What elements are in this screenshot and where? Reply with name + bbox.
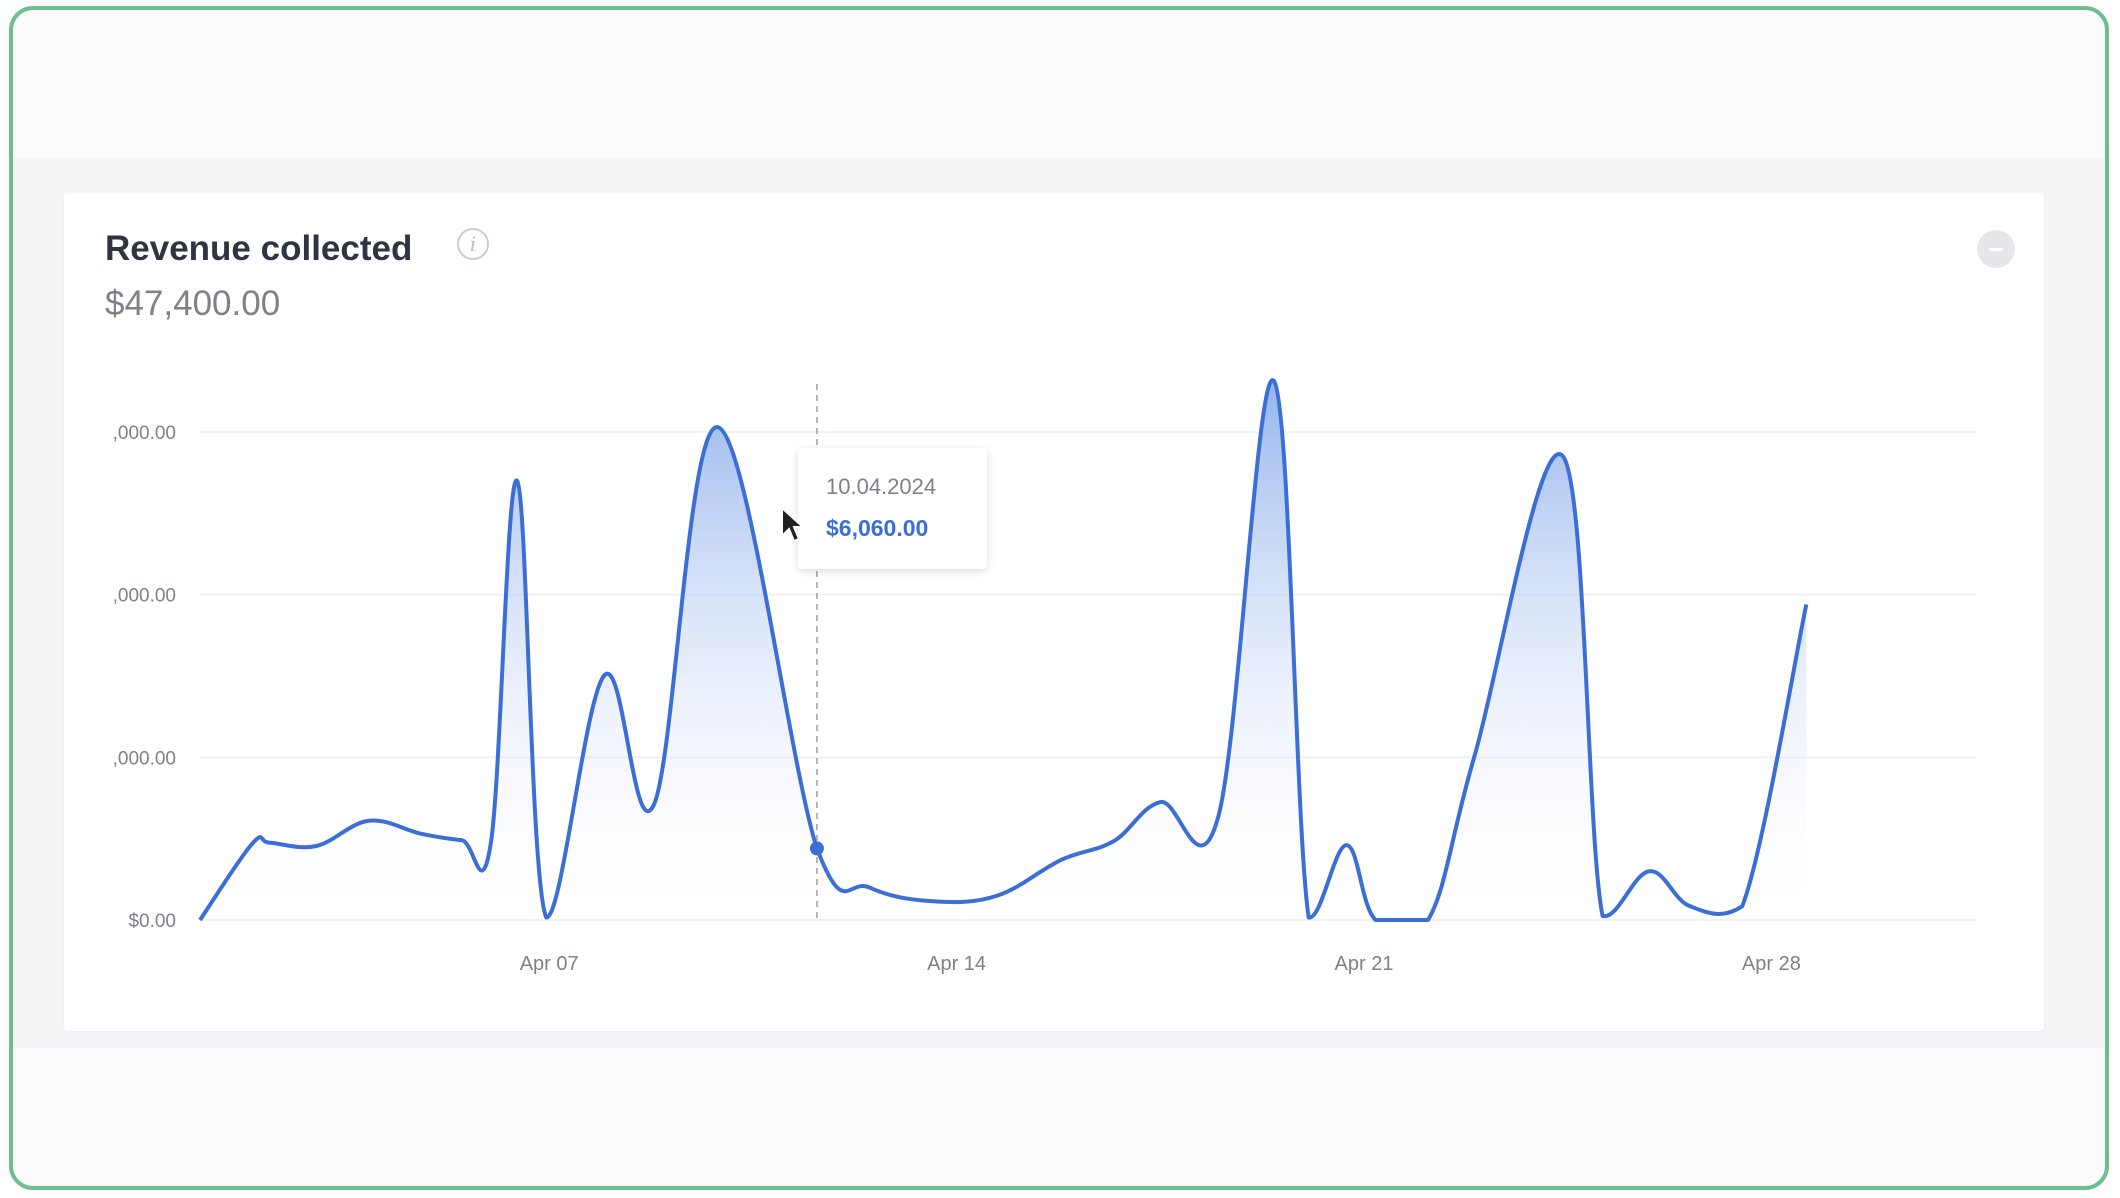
y-tick-label: ,000.00 xyxy=(113,423,176,444)
tooltip-date: 10.04.2024 xyxy=(826,474,937,499)
x-tick-label: Apr 21 xyxy=(1335,953,1394,975)
mouse-cursor-icon xyxy=(781,506,806,543)
revenue-card: Revenue collected i $47,400.00 $0.00,000… xyxy=(64,193,2044,1031)
y-tick-label: $0.00 xyxy=(128,911,176,932)
x-tick-label: Apr 07 xyxy=(520,953,579,975)
window-frame: Revenue collected i $47,400.00 $0.00,000… xyxy=(9,6,2109,1190)
hover-point xyxy=(809,841,824,856)
chart-tooltip: 10.04.2024 $6,060.00 xyxy=(798,448,987,569)
x-tick-label: Apr 28 xyxy=(1742,953,1801,975)
tooltip-value: $6,060.00 xyxy=(826,515,929,541)
y-tick-label: ,000.00 xyxy=(113,586,176,607)
y-tick-label: ,000.00 xyxy=(113,748,176,769)
x-tick-label: Apr 14 xyxy=(927,953,986,975)
revenue-chart[interactable]: $0.00 ,000.00 ,000.00 ,000.00 Apr 07 Apr 14 Ap… xyxy=(64,193,2044,1031)
